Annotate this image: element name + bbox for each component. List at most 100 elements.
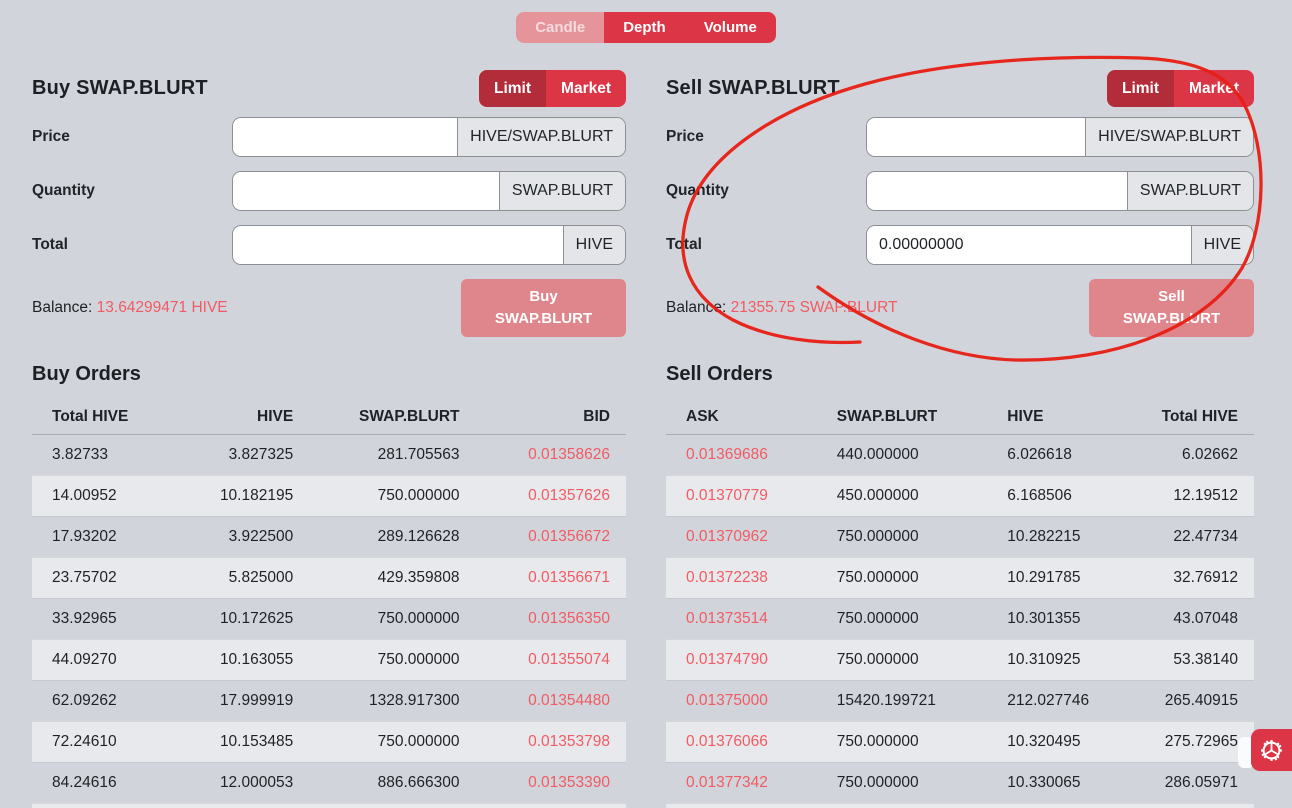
order-row[interactable]: 72.24610 10.153485 750.000000 0.01353798: [32, 721, 626, 763]
order-cell: 750.000000: [824, 639, 996, 681]
order-cell: 0.01356672: [471, 516, 626, 558]
order-row-clipped: [32, 803, 626, 808]
order-cell: 10.320495: [995, 721, 1137, 763]
order-cell: 23.75702: [32, 557, 175, 599]
order-cell: 750.000000: [824, 762, 996, 804]
order-cell: 1328.917300: [305, 680, 472, 722]
buy-quantity-unit: SWAP.BLURT: [498, 172, 625, 210]
order-cell: 5.825000: [174, 557, 306, 599]
order-row[interactable]: 33.92965 10.172625 750.000000 0.01356350: [32, 598, 626, 640]
table-header-row: ASK SWAP.BLURT HIVE Total HIVE: [666, 400, 1254, 435]
buy-price-label: Price: [32, 128, 70, 145]
order-row[interactable]: 0.01370779 450.000000 6.168506 12.19512: [666, 475, 1254, 517]
buy-balance-label: Balance:: [32, 299, 93, 316]
sell-panel: Sell SWAP.BLURT Limit Market Price HIVE/…: [666, 70, 1254, 808]
order-row[interactable]: 0.01374790 750.000000 10.310925 53.38140: [666, 639, 1254, 681]
buy-price-input[interactable]: [233, 118, 458, 156]
order-row[interactable]: 17.93202 3.922500 289.126628 0.01356672: [32, 516, 626, 558]
sell-limit-tab[interactable]: Limit: [1107, 70, 1175, 107]
order-cell: 0.01358626: [471, 434, 626, 476]
order-row[interactable]: 0.01376066 750.000000 10.320495 275.72965: [666, 721, 1254, 763]
sell-panel-title: Sell SWAP.BLURT: [666, 77, 840, 99]
sell-price-unit: HIVE/SWAP.BLURT: [1085, 118, 1253, 156]
sell-submit-line2: SWAP.BLURT: [1122, 310, 1221, 327]
order-cell: [471, 803, 626, 808]
order-cell: 281.705563: [305, 434, 472, 476]
sell-balance: Balance: 21355.75 SWAP.BLURT: [666, 299, 898, 317]
order-row[interactable]: 44.09270 10.163055 750.000000 0.01355074: [32, 639, 626, 681]
sell-price-group: HIVE/SWAP.BLURT: [866, 117, 1254, 157]
order-cell: [305, 803, 472, 808]
buy-limit-tab[interactable]: Limit: [479, 70, 547, 107]
order-row[interactable]: 14.00952 10.182195 750.000000 0.01357626: [32, 475, 626, 517]
order-row[interactable]: 0.01375000 15420.199721 212.027746 265.4091…: [666, 680, 1254, 722]
tab-depth[interactable]: Depth: [604, 12, 685, 43]
order-row[interactable]: 0.01369686 440.000000 6.026618 6.02662: [666, 434, 1254, 476]
order-cell: 440.000000: [824, 434, 996, 476]
sell-market-tab[interactable]: Market: [1174, 70, 1254, 107]
sell-total-group: HIVE: [866, 225, 1254, 265]
sell-total-input[interactable]: [867, 226, 1191, 264]
buy-order-type-tabs: Limit Market: [479, 70, 626, 107]
order-cell: 33.92965: [32, 598, 175, 640]
sell-order-type-tabs: Limit Market: [1107, 70, 1254, 107]
order-cell: 0.01374790: [666, 639, 825, 681]
order-cell: 10.163055: [174, 639, 306, 681]
settings-button[interactable]: [1251, 729, 1292, 771]
order-cell: 0.01370779: [666, 475, 825, 517]
column-header: Total HIVE: [1136, 400, 1254, 435]
sell-quantity-input[interactable]: [867, 172, 1127, 210]
order-cell: 3.827325: [174, 434, 306, 476]
sell-balance-amount[interactable]: 21355.75 SWAP.BLURT: [731, 299, 898, 316]
order-row[interactable]: 0.01372238 750.000000 10.291785 32.76912: [666, 557, 1254, 599]
order-cell: 265.40915: [1136, 680, 1254, 722]
sell-quantity-label: Quantity: [666, 182, 729, 199]
order-cell: 15420.199721: [824, 680, 996, 722]
order-cell: 450.000000: [824, 475, 996, 517]
buy-submit-button[interactable]: Buy SWAP.BLURT: [461, 279, 626, 337]
buy-price-unit: HIVE/SWAP.BLURT: [457, 118, 625, 156]
buy-total-label: Total: [32, 236, 68, 253]
sell-total-label: Total: [666, 236, 702, 253]
sell-quantity-unit: SWAP.BLURT: [1126, 172, 1253, 210]
tab-volume[interactable]: Volume: [684, 12, 776, 43]
buy-orders-table: Total HIVE HIVE SWAP.BLURT BID 3.82733 3.8273…: [32, 400, 626, 808]
order-cell: 429.359808: [305, 557, 472, 599]
order-row[interactable]: 84.24616 12.000053 886.666300 0.01353390: [32, 762, 626, 804]
order-row[interactable]: 62.09262 17.999919 1328.917300 0.01354480: [32, 680, 626, 722]
sell-quantity-group: SWAP.BLURT: [866, 171, 1254, 211]
buy-market-tab[interactable]: Market: [546, 70, 626, 107]
sell-price-input[interactable]: [867, 118, 1086, 156]
order-cell: 53.38140: [1136, 639, 1254, 681]
order-cell: 10.182195: [174, 475, 306, 517]
order-cell: 22.47734: [1136, 516, 1254, 558]
order-cell: 10.153485: [174, 721, 306, 763]
buy-quantity-input[interactable]: [233, 172, 499, 210]
order-cell: 750.000000: [824, 557, 996, 599]
order-cell: 0.01377342: [666, 762, 825, 804]
order-cell: 84.24616: [32, 762, 175, 804]
order-cell: 72.24610: [32, 721, 175, 763]
order-cell: 62.09262: [32, 680, 175, 722]
order-row[interactable]: 3.82733 3.827325 281.705563 0.01358626: [32, 434, 626, 476]
sell-submit-button[interactable]: Sell SWAP.BLURT: [1089, 279, 1254, 337]
buy-total-input[interactable]: [233, 226, 563, 264]
order-row[interactable]: 0.01377342 750.000000 10.330065 286.05971: [666, 762, 1254, 804]
buy-quantity-group: SWAP.BLURT: [232, 171, 626, 211]
order-cell: 0.01375000: [666, 680, 825, 722]
order-row[interactable]: 0.01373514 750.000000 10.301355 43.07048: [666, 598, 1254, 640]
column-header: Total HIVE: [32, 400, 175, 435]
buy-balance: Balance: 13.64299471 HIVE: [32, 299, 228, 317]
gear-icon: [1261, 739, 1282, 761]
order-row[interactable]: 0.01370962 750.000000 10.282215 22.47734: [666, 516, 1254, 558]
column-header: ASK: [666, 400, 825, 435]
tab-candle[interactable]: Candle: [516, 12, 605, 43]
sell-balance-label: Balance:: [666, 299, 727, 316]
order-cell: [32, 803, 175, 808]
buy-balance-amount[interactable]: 13.64299471 HIVE: [97, 299, 228, 316]
order-cell: 32.76912: [1136, 557, 1254, 599]
sell-price-label: Price: [666, 128, 704, 145]
buy-submit-line1: Buy: [529, 288, 558, 306]
order-row[interactable]: 23.75702 5.825000 429.359808 0.01356671: [32, 557, 626, 599]
order-cell: 0.01376066: [666, 721, 825, 763]
